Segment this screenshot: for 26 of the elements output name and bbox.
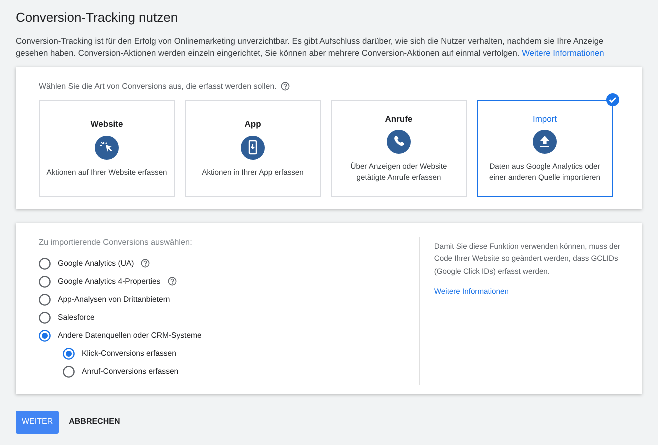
radio-button[interactable] xyxy=(63,366,75,378)
phone-icon xyxy=(241,136,265,160)
radio-button[interactable] xyxy=(39,258,51,270)
help-icon[interactable] xyxy=(141,259,150,268)
page-title: Conversion-Tracking nutzen xyxy=(16,10,180,26)
cancel-button[interactable]: ABBRECHEN xyxy=(63,410,126,434)
phone-handset-icon xyxy=(387,130,411,154)
prompt-text: Wählen Sie die Art von Conversions aus, die erfasst werden sollen. xyxy=(39,80,277,93)
radio-button[interactable] xyxy=(63,348,75,360)
cursor-icon xyxy=(95,136,119,160)
card-title: Website xyxy=(90,118,124,131)
radio-button[interactable] xyxy=(39,276,51,288)
radio-button[interactable] xyxy=(39,294,51,306)
card-title: App xyxy=(244,118,262,131)
radio-button[interactable] xyxy=(39,312,51,324)
help-icon[interactable] xyxy=(168,277,177,286)
upload-icon xyxy=(533,130,557,154)
card-title: Import xyxy=(532,112,558,126)
intro-paragraph: Conversion-Tracking ist für den Erfolg von Onlinemarketing unverzichtbar. Es gibt Aufschluss darüber, wie sich die Nutzer verhalten, nachdem sie Ihre Anzeige gesehen haben. Conversion-Aktionen werden einzeln eingerichtet, Sie können aber mehrere Conversion-Aktionen auf einmal verfolgen. Weitere Informationen xyxy=(16,34,606,59)
learn-more-link[interactable]: Weitere Informationen xyxy=(522,48,604,58)
check-icon xyxy=(606,92,620,107)
card-title: Anrufe xyxy=(385,112,413,126)
continue-button[interactable]: WEITER xyxy=(16,410,60,434)
help-icon[interactable] xyxy=(280,82,290,92)
radio-button[interactable] xyxy=(39,330,51,342)
section-heading: Zu importierende Conversions auswählen: xyxy=(39,236,194,249)
